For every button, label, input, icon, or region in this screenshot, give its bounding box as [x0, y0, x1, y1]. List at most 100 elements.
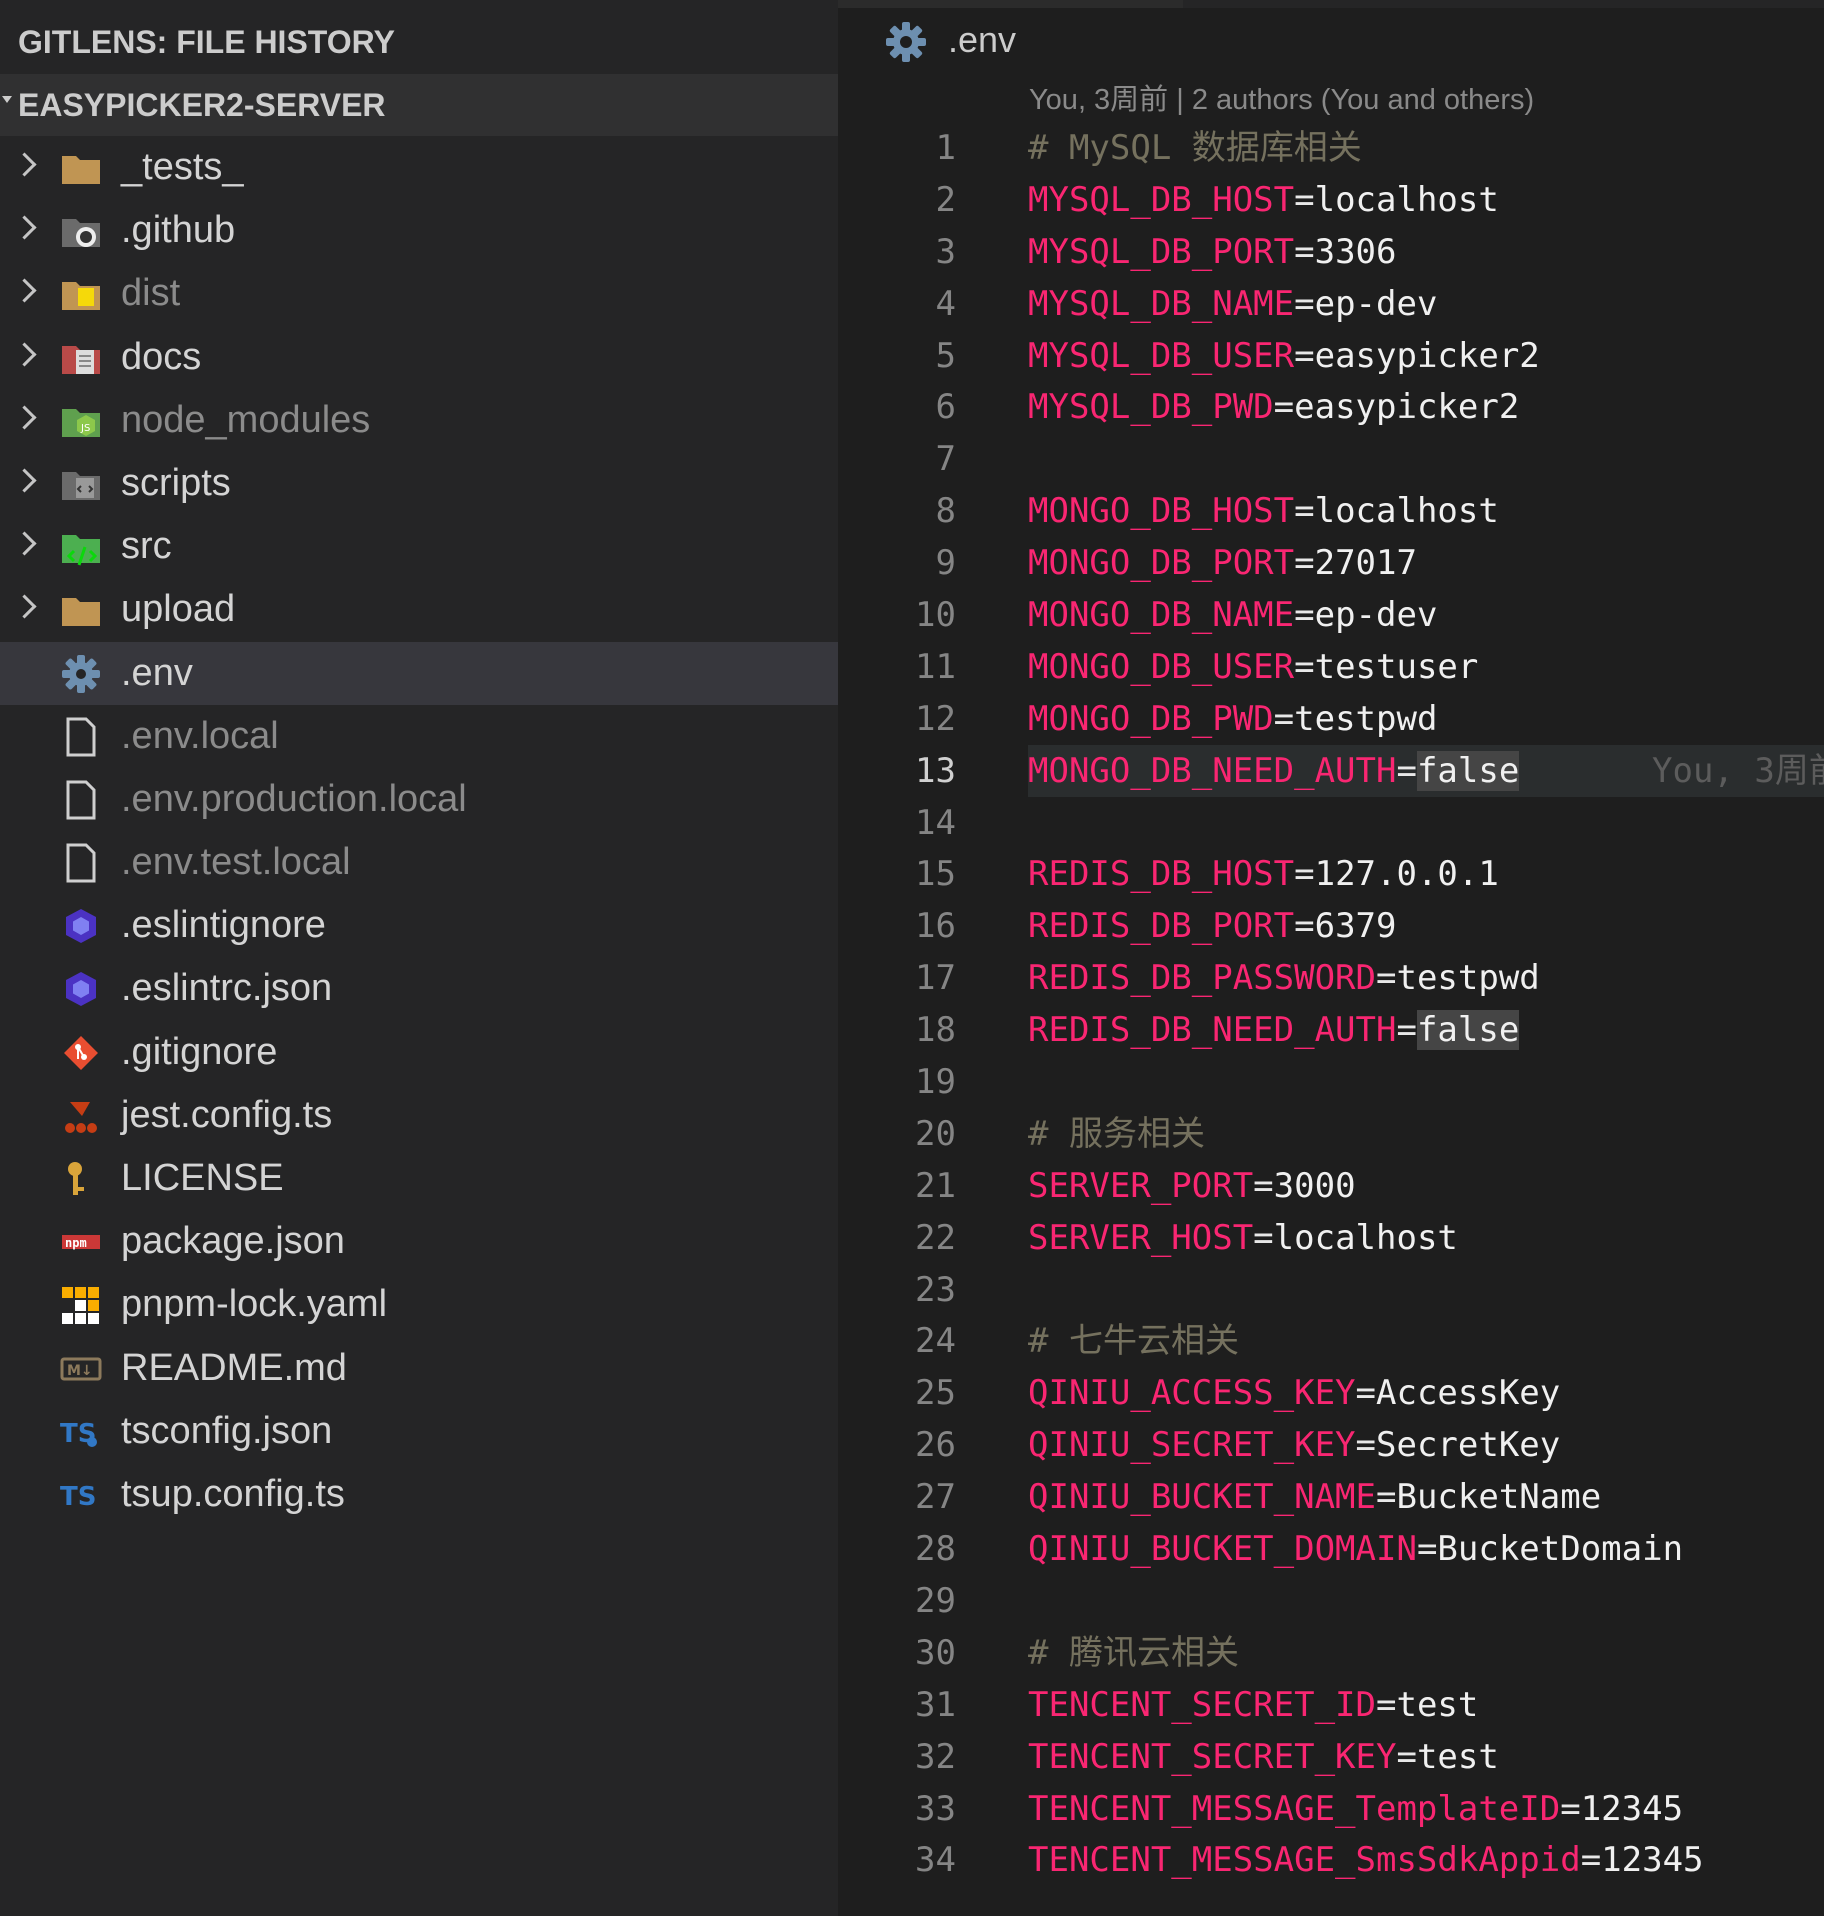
line-number: 13 [915, 750, 956, 791]
line-number: 23 [915, 1269, 956, 1310]
inline-blame-annotation[interactable]: You, 3周前 [1652, 745, 1824, 797]
tree-file-item[interactable]: .env.production.local [0, 768, 838, 831]
tree-folder-item[interactable]: .github [0, 199, 838, 262]
tree-file-item[interactable]: .env [0, 641, 838, 705]
line-content: REDIS_DB_PORT=6379 [1028, 906, 1397, 947]
tree-item-label: dist [121, 272, 181, 315]
code-line[interactable]: 16 REDIS_DB_PORT=6379 [838, 900, 1824, 952]
chevron-right-icon[interactable] [12, 468, 37, 493]
code-line[interactable]: 27 QINIU_BUCKET_NAME=BucketName [838, 1471, 1824, 1523]
code-line[interactable]: 29 [838, 1575, 1824, 1627]
line-content: # 腾讯云相关 [1028, 1627, 1239, 1679]
tree-file-item[interactable]: .eslintignore [0, 894, 838, 957]
env-value-token: false [1416, 1010, 1520, 1051]
chevron-right-icon[interactable] [12, 215, 37, 240]
code-line[interactable]: 24 # 七牛云相关 [838, 1315, 1824, 1367]
tree-file-item[interactable]: pnpm-lock.yaml [0, 1273, 838, 1336]
line-content: TENCENT_MESSAGE_SmsSdkAppid=12345 [1028, 1840, 1704, 1881]
line-number: 15 [915, 854, 956, 895]
code-line[interactable]: 21 SERVER_PORT=3000 [838, 1160, 1824, 1212]
tree-file-item[interactable]: .eslintrc.json [0, 957, 838, 1020]
code-line[interactable]: 13 MONGO_DB_NEED_AUTH=false You, 3周前 [838, 744, 1824, 797]
code-area[interactable]: 1 # MySQL 数据库相关 2 MYSQL_DB_HOST=localhost 3 M… [838, 122, 1824, 1886]
code-line[interactable]: 10 MONGO_DB_NAME=ep-dev [838, 589, 1824, 641]
code-line[interactable]: 30 # 腾讯云相关 [838, 1627, 1824, 1679]
tree-item-label: tsup.config.ts [121, 1472, 345, 1515]
env-value-token: testuser [1314, 646, 1479, 687]
code-line[interactable]: 11 MONGO_DB_USER=testuser [838, 641, 1824, 693]
tree-file-item[interactable]: npm package.json [0, 1210, 838, 1273]
env-value-token: test [1396, 1684, 1479, 1725]
tree-folder-item[interactable]: scripts [0, 452, 838, 515]
codelens-blame[interactable]: You, 3周前 | 2 authors (You and others) [1029, 80, 1534, 120]
tree-folder-item[interactable]: _tests_ [0, 136, 838, 199]
code-line[interactable]: 25 QINIU_ACCESS_KEY=AccessKey [838, 1367, 1824, 1419]
env-value-token: 3000 [1273, 1165, 1356, 1206]
tree-item-label: pnpm-lock.yaml [121, 1283, 388, 1326]
tree-file-item[interactable]: .env.test.local [0, 831, 838, 894]
comment-token: # 七牛云相关 [1028, 1321, 1239, 1362]
line-number: 4 [935, 283, 956, 324]
code-line[interactable]: 23 [838, 1264, 1824, 1316]
code-line[interactable]: 7 [838, 433, 1824, 485]
env-key-token: MYSQL_DB_HOST [1028, 179, 1295, 220]
tree-folder-item[interactable]: JS node_modules [0, 389, 838, 452]
gear-icon [62, 654, 100, 693]
tree-file-item[interactable]: TS tsconfig.json [0, 1400, 838, 1463]
line-content: # MySQL 数据库相关 [1028, 122, 1362, 174]
tree-file-item[interactable]: TS tsup.config.ts [0, 1463, 838, 1526]
tree-file-item[interactable]: M↓ README.md [0, 1337, 838, 1400]
tab-title[interactable]: .env [948, 18, 1016, 62]
code-line[interactable]: 9 MONGO_DB_PORT=27017 [838, 537, 1824, 589]
tree-folder-item[interactable]: docs [0, 326, 838, 389]
code-line[interactable]: 33 TENCENT_MESSAGE_TemplateID=12345 [838, 1783, 1824, 1835]
code-line[interactable]: 26 QINIU_SECRET_KEY=SecretKey [838, 1419, 1824, 1471]
line-number: 30 [915, 1632, 956, 1673]
svg-text:M↓: M↓ [67, 1363, 93, 1379]
line-content: MONGO_DB_HOST=localhost [1028, 491, 1499, 532]
tree-file-item[interactable]: LICENSE [0, 1147, 838, 1210]
code-line[interactable]: 1 # MySQL 数据库相关 [838, 122, 1824, 174]
code-line[interactable]: 31 TENCENT_SECRET_ID=test [838, 1679, 1824, 1731]
code-line[interactable]: 20 # 服务相关 [838, 1108, 1824, 1160]
code-line[interactable]: 8 MONGO_DB_HOST=localhost [838, 485, 1824, 537]
project-header[interactable]: EASYPICKER2-SERVER [0, 74, 838, 136]
env-key-token: MYSQL_DB_PORT [1028, 231, 1295, 272]
tree-file-item[interactable]: .gitignore [0, 1021, 838, 1084]
chevron-right-icon[interactable] [12, 342, 37, 367]
chevron-right-icon[interactable] [12, 594, 37, 619]
chevron-right-icon[interactable] [12, 152, 37, 177]
code-line[interactable]: 28 QINIU_BUCKET_DOMAIN=BucketDomain [838, 1523, 1824, 1575]
code-line[interactable]: 4 MYSQL_DB_NAME=ep-dev [838, 278, 1824, 330]
code-line[interactable]: 14 [838, 797, 1824, 849]
code-line[interactable]: 17 REDIS_DB_PASSWORD=testpwd [838, 952, 1824, 1004]
code-line[interactable]: 34 TENCENT_MESSAGE_SmsSdkAppid=12345 [838, 1834, 1824, 1886]
code-line[interactable]: 6 MYSQL_DB_PWD=easypicker2 [838, 381, 1824, 433]
jest-icon [65, 1101, 97, 1133]
code-line[interactable]: 18 REDIS_DB_NEED_AUTH=false [838, 1004, 1824, 1056]
chevron-right-icon[interactable] [12, 531, 37, 556]
code-line[interactable]: 19 [838, 1056, 1824, 1108]
tree-item-label: .env.test.local [121, 841, 351, 884]
code-line[interactable]: 2 MYSQL_DB_HOST=localhost [838, 174, 1824, 226]
tree-folder-item[interactable]: upload [0, 578, 838, 641]
gear-icon [886, 22, 926, 62]
file-icon [66, 717, 96, 757]
code-line[interactable]: 15 REDIS_DB_HOST=127.0.0.1 [838, 848, 1824, 900]
line-content: TENCENT_SECRET_ID=test [1028, 1684, 1479, 1725]
tree-file-item[interactable]: .env.local [0, 705, 838, 768]
code-line[interactable]: 32 TENCENT_SECRET_KEY=test [838, 1731, 1824, 1783]
svg-text:TS: TS [60, 1482, 96, 1512]
chevron-right-icon[interactable] [12, 278, 37, 303]
line-content: MYSQL_DB_PORT=3306 [1028, 231, 1397, 272]
tree-folder-item[interactable]: src [0, 515, 838, 578]
code-line[interactable]: 5 MYSQL_DB_USER=easypicker2 [838, 330, 1824, 382]
tree-folder-item[interactable]: dist [0, 262, 838, 325]
tree-file-item[interactable]: jest.config.ts [0, 1084, 838, 1147]
code-line[interactable]: 3 MYSQL_DB_PORT=3306 [838, 226, 1824, 278]
env-key-token: TENCENT_MESSAGE_TemplateID [1028, 1788, 1561, 1829]
chevron-right-icon[interactable] [12, 405, 37, 430]
code-line[interactable]: 22 SERVER_HOST=localhost [838, 1212, 1824, 1264]
line-number: 22 [915, 1217, 956, 1258]
code-line[interactable]: 12 MONGO_DB_PWD=testpwd [838, 693, 1824, 745]
